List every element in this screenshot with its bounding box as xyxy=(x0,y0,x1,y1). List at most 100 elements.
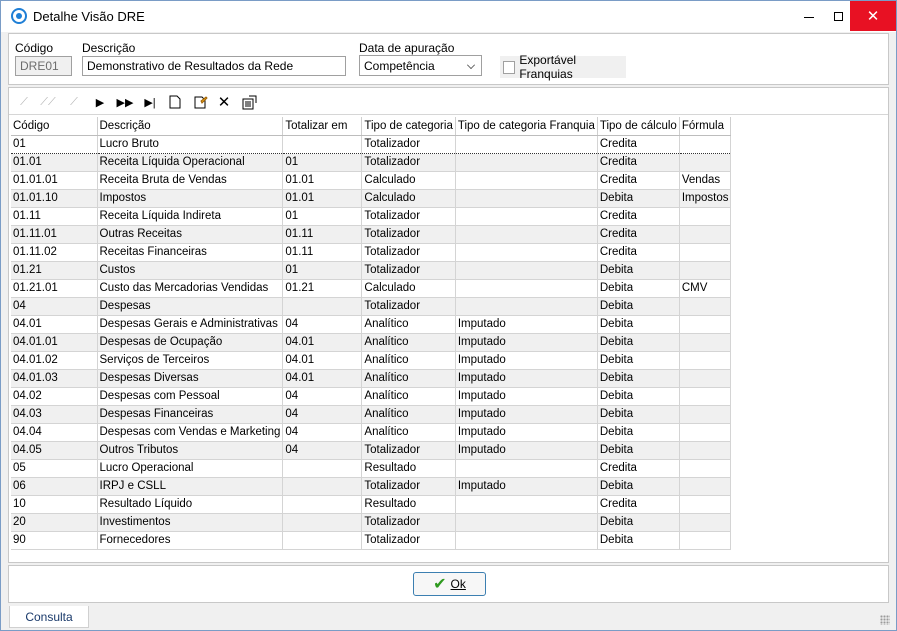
table-cell[interactable]: Imputado xyxy=(455,423,598,442)
table-cell[interactable]: 04 xyxy=(11,297,98,316)
table-cell[interactable]: Resultado Líquido xyxy=(97,495,284,514)
table-cell[interactable]: 01.21.01 xyxy=(11,279,98,298)
table-cell[interactable]: 04 xyxy=(282,441,363,460)
table-cell[interactable]: Imputado xyxy=(455,351,598,370)
table-cell[interactable] xyxy=(679,441,732,460)
table-cell[interactable]: Receita Líquida Operacional xyxy=(97,153,284,172)
table-cell[interactable]: Totalizador xyxy=(361,261,456,280)
table-cell[interactable] xyxy=(679,153,732,172)
table-cell[interactable] xyxy=(455,495,598,514)
table-cell[interactable]: IRPJ e CSLL xyxy=(97,477,284,496)
table-cell[interactable] xyxy=(679,351,732,370)
table-cell[interactable] xyxy=(282,297,363,316)
table-row[interactable]: 10 Resultado Líquido Resultado Credita xyxy=(11,495,732,514)
table-row[interactable]: 01.11.02 Receitas Financeiras 01.11 Totaliz… xyxy=(11,243,732,262)
table-cell[interactable]: Imputado xyxy=(455,441,598,460)
table-cell[interactable]: Analítico xyxy=(361,387,456,406)
table-cell[interactable]: Credita xyxy=(597,459,680,478)
table-cell[interactable]: 04.01 xyxy=(282,369,363,388)
table-cell[interactable]: 90 xyxy=(11,531,98,550)
table-cell[interactable] xyxy=(679,134,732,154)
table-cell[interactable]: 01.11.01 xyxy=(11,225,98,244)
table-cell[interactable] xyxy=(455,261,598,280)
table-cell[interactable]: 20 xyxy=(11,513,98,532)
table-cell[interactable]: Despesas xyxy=(97,297,284,316)
table-cell[interactable]: 04.01 xyxy=(282,351,363,370)
table-cell[interactable]: 01.01 xyxy=(282,189,363,208)
table-cell[interactable]: Fornecedores xyxy=(97,531,284,550)
table-cell[interactable]: 01 xyxy=(282,153,363,172)
table-cell[interactable]: Debita xyxy=(597,261,680,280)
table-cell[interactable]: 04.04 xyxy=(11,423,98,442)
table-cell[interactable] xyxy=(679,243,732,262)
table-cell[interactable]: 01.01.01 xyxy=(11,171,98,190)
table-cell[interactable]: Calculado xyxy=(361,189,456,208)
table-cell[interactable]: 01 xyxy=(282,261,363,280)
table-row[interactable]: 01.11.01 Outras Receitas 01.11 Totalizador C… xyxy=(11,225,732,244)
table-cell[interactable]: Debita xyxy=(597,351,680,370)
table-cell[interactable]: Impostos xyxy=(97,189,284,208)
table-cell[interactable] xyxy=(455,297,598,316)
table-cell[interactable]: Analítico xyxy=(361,405,456,424)
table-cell[interactable] xyxy=(455,279,598,298)
table-row[interactable]: 04.02 Despesas com Pessoal 04 Analítico Impu… xyxy=(11,387,732,406)
table-cell[interactable]: Debita xyxy=(597,477,680,496)
prev-record-icon[interactable]: ⟋ xyxy=(65,93,83,111)
table-cell[interactable]: Calculado xyxy=(361,279,456,298)
table-cell[interactable]: Resultado xyxy=(361,459,456,478)
table-cell[interactable]: 01.01.10 xyxy=(11,189,98,208)
next-record-icon[interactable]: ▶ xyxy=(91,93,109,111)
table-cell[interactable]: 01.11 xyxy=(282,243,363,262)
table-cell[interactable] xyxy=(679,297,732,316)
table-cell[interactable]: Totalizador xyxy=(361,225,456,244)
table-row[interactable]: 04.01.02 Serviços de Terceiros 04.01 Analít… xyxy=(11,351,732,370)
table-cell[interactable]: Calculado xyxy=(361,171,456,190)
table-cell[interactable]: Debita xyxy=(597,423,680,442)
last-record-icon[interactable]: ▶| xyxy=(141,93,159,111)
table-cell[interactable]: Imputado xyxy=(455,387,598,406)
table-cell[interactable]: 01.01 xyxy=(282,171,363,190)
table-cell[interactable]: Totalizador xyxy=(361,207,456,226)
table-cell[interactable]: 04.01.01 xyxy=(11,333,98,352)
table-cell[interactable]: 10 xyxy=(11,495,98,514)
column-header-formula[interactable]: Fórmula xyxy=(679,117,732,136)
column-header-tipo-categoria[interactable]: Tipo de categoria xyxy=(361,117,456,136)
table-cell[interactable]: Debita xyxy=(597,279,680,298)
table-row[interactable]: 04.01 Despesas Gerais e Administrativas 04… xyxy=(11,315,732,334)
table-cell[interactable]: 04.01.02 xyxy=(11,351,98,370)
table-cell[interactable]: Outras Receitas xyxy=(97,225,284,244)
table-cell[interactable]: Debita xyxy=(597,333,680,352)
exportavel-checkbox[interactable] xyxy=(503,60,516,74)
table-cell[interactable]: Debita xyxy=(597,531,680,550)
table-cell[interactable]: Debita xyxy=(597,441,680,460)
table-cell[interactable]: 01 xyxy=(11,134,98,154)
table-cell[interactable]: 06 xyxy=(11,477,98,496)
table-cell[interactable] xyxy=(282,495,363,514)
table-cell[interactable] xyxy=(679,495,732,514)
table-cell[interactable] xyxy=(455,153,598,172)
table-cell[interactable]: Receita Bruta de Vendas xyxy=(97,171,284,190)
table-cell[interactable] xyxy=(455,513,598,532)
table-cell[interactable] xyxy=(455,207,598,226)
properties-icon[interactable] xyxy=(240,93,258,111)
table-cell[interactable] xyxy=(679,405,732,424)
table-cell[interactable] xyxy=(282,531,363,550)
first-record-icon[interactable]: ⟋ xyxy=(15,93,33,111)
table-cell[interactable]: Credita xyxy=(597,153,680,172)
table-row[interactable]: 04.01.03 Despesas Diversas 04.01 Analítico I… xyxy=(11,369,732,388)
prev-page-icon[interactable]: ⟋⟋ xyxy=(39,93,57,111)
table-row[interactable]: 04.03 Despesas Financeiras 04 Analítico Impu… xyxy=(11,405,732,424)
table-cell[interactable]: Resultado xyxy=(361,495,456,514)
table-cell[interactable]: 04 xyxy=(282,315,363,334)
table-cell[interactable]: Despesas com Pessoal xyxy=(97,387,284,406)
table-cell[interactable] xyxy=(455,134,598,154)
table-cell[interactable] xyxy=(679,261,732,280)
column-header-totalizar[interactable]: Totalizar em xyxy=(282,117,363,136)
table-cell[interactable]: Receita Líquida Indireta xyxy=(97,207,284,226)
table-cell[interactable]: 04.03 xyxy=(11,405,98,424)
table-row[interactable]: 01.21 Custos 01 Totalizador Debita xyxy=(11,261,732,280)
table-row[interactable]: 20 Investimentos Totalizador Debita xyxy=(11,513,732,532)
table-cell[interactable]: Impostos xyxy=(679,189,732,208)
table-cell[interactable] xyxy=(282,477,363,496)
table-row[interactable]: 01 Lucro Bruto Totalizador Credita xyxy=(11,134,732,154)
